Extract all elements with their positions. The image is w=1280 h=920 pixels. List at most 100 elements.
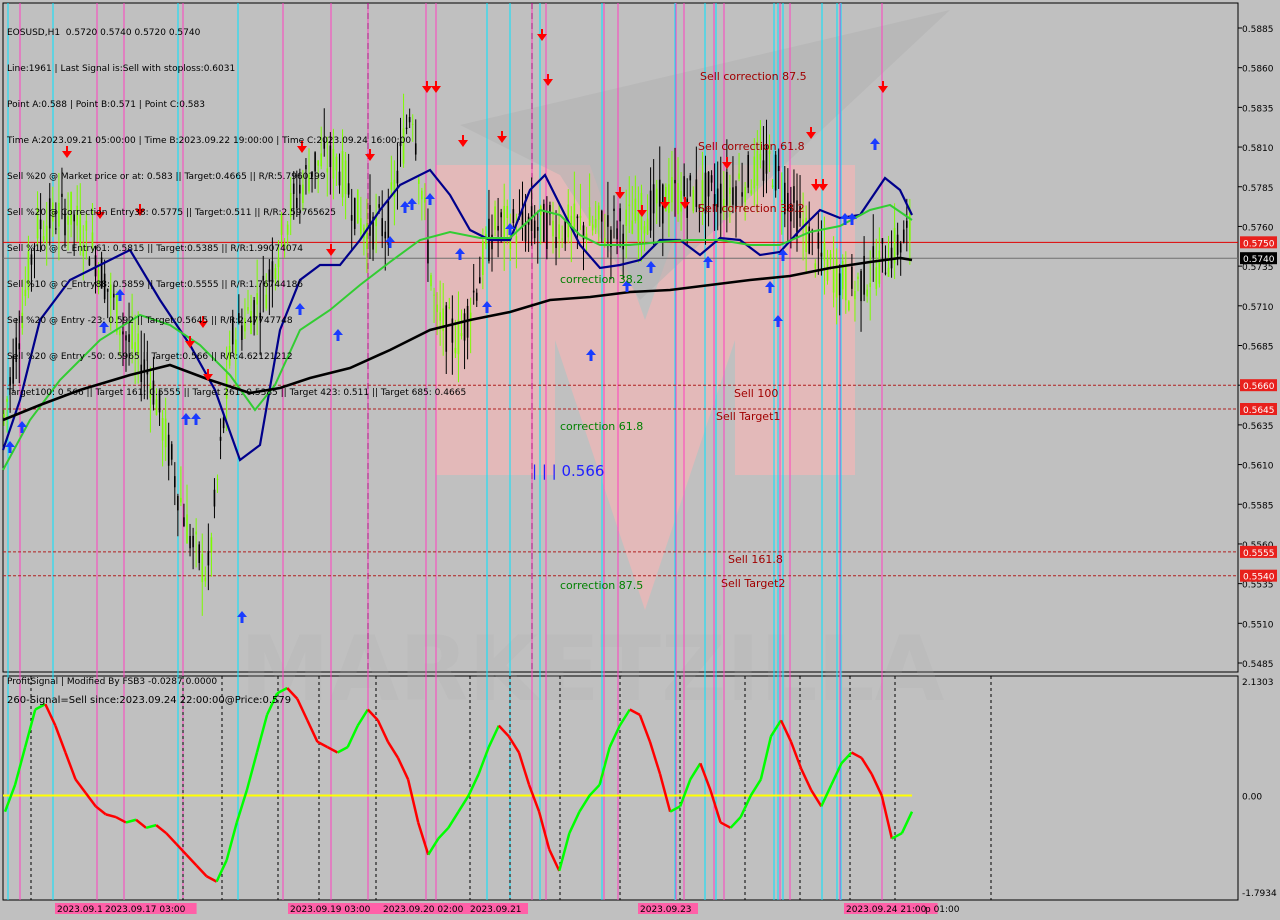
candle-body bbox=[552, 220, 554, 237]
price-badge-label: 0.5750 bbox=[1243, 239, 1275, 249]
candle-body bbox=[591, 224, 594, 231]
candle-body bbox=[738, 173, 740, 179]
oscillator-segment bbox=[396, 757, 410, 780]
oscillator-info: ProfitSignal | Modified By FSB3 -0.0287 … bbox=[7, 677, 291, 706]
candle-body bbox=[524, 223, 527, 242]
time-axis-label: 2023.09.24 21:00 bbox=[846, 905, 927, 915]
candle-body bbox=[817, 232, 820, 249]
candle-body bbox=[613, 208, 615, 212]
oscillator-segment bbox=[598, 746, 611, 786]
oscillator-segment bbox=[225, 822, 238, 861]
oscillator-segment bbox=[427, 837, 440, 856]
oscillator-segment bbox=[537, 811, 551, 850]
price-axis-label: 0.5685 bbox=[1242, 343, 1274, 353]
candle-body bbox=[671, 177, 673, 203]
candle-body bbox=[198, 544, 200, 563]
candle-body bbox=[497, 225, 499, 231]
candle-body bbox=[677, 183, 679, 215]
candle-body bbox=[881, 238, 884, 244]
chart-info-block: EOSUSD,H1 0.5720 0.5740 0.5720 0.5740 Li… bbox=[7, 3, 466, 411]
price-axis-label: 0.5860 bbox=[1242, 65, 1274, 75]
chart-annotation: correction 61.8 bbox=[560, 420, 643, 433]
candle-body bbox=[750, 190, 753, 194]
oscillator-segment bbox=[54, 725, 67, 753]
candle-body bbox=[680, 190, 682, 212]
candle-body bbox=[726, 171, 728, 206]
oscillator-axis-label: 2.1303 bbox=[1242, 678, 1274, 688]
oscillator-segment bbox=[497, 724, 510, 738]
candle-body bbox=[174, 476, 176, 488]
candle-body bbox=[576, 216, 579, 219]
price-badge: 0.5540 bbox=[1240, 569, 1277, 583]
candle-body bbox=[674, 179, 676, 184]
candle-body bbox=[902, 229, 905, 243]
candle-body bbox=[686, 198, 688, 218]
info-line: Target100: 0.566 || Target 161: 0.5555 |… bbox=[7, 388, 467, 398]
candle-body bbox=[793, 186, 795, 203]
oscillator-segment bbox=[739, 795, 752, 818]
candle-body bbox=[207, 551, 210, 566]
oscillator-segment bbox=[487, 725, 500, 748]
candle-body bbox=[899, 243, 902, 253]
oscillator-segment bbox=[679, 778, 692, 807]
chart-annotation: Sell correction 38.2 bbox=[698, 202, 805, 215]
price-badge-label: 0.5555 bbox=[1243, 549, 1275, 559]
candle-body bbox=[820, 252, 823, 257]
price-badge: 0.5645 bbox=[1240, 403, 1277, 416]
oscillator-segment bbox=[517, 752, 531, 786]
oscillator-segment bbox=[306, 719, 319, 743]
candle-body bbox=[866, 289, 868, 297]
price-axis-label: 0.5610 bbox=[1242, 462, 1274, 472]
candle-body bbox=[835, 259, 838, 298]
oscillator-segment bbox=[527, 784, 541, 813]
candle-body bbox=[604, 237, 606, 244]
oscillator-segment bbox=[648, 741, 662, 775]
price-badge-label: 0.5645 bbox=[1243, 406, 1275, 416]
oscillator-segment bbox=[891, 832, 903, 840]
oscillator-title: ProfitSignal | Modified By FSB3 -0.0287 … bbox=[7, 677, 218, 687]
oscillator-segment bbox=[195, 864, 208, 878]
oscillator-segment bbox=[749, 778, 762, 797]
candle-body bbox=[183, 517, 185, 526]
candle-body bbox=[588, 207, 591, 226]
candle-body bbox=[756, 150, 759, 186]
info-line: Sell %10 @ C_Entry61: 0.5815 || Target:0… bbox=[7, 244, 304, 254]
oscillator-segment bbox=[336, 746, 349, 754]
oscillator-segment bbox=[145, 823, 157, 830]
oscillator-segment bbox=[205, 875, 218, 883]
price-axis-label: 0.5810 bbox=[1242, 144, 1274, 154]
info-line: Point A:0.588 | Point B:0.571 | Point C:… bbox=[7, 100, 205, 110]
oscillator-segment bbox=[346, 725, 359, 748]
oscillator-segment bbox=[880, 795, 894, 839]
candle-body bbox=[744, 187, 746, 203]
candle-body bbox=[573, 203, 576, 228]
price-axis-label: 0.5885 bbox=[1242, 25, 1274, 35]
chart-annotation: Sell Target2 bbox=[721, 577, 785, 590]
time-axis-label: 2023.09.17 03:00 bbox=[105, 905, 186, 915]
candle-body bbox=[597, 205, 600, 220]
price-badge: 0.5750 bbox=[1240, 236, 1277, 249]
candle-body bbox=[729, 187, 731, 194]
candle-body bbox=[823, 242, 826, 261]
candle-body bbox=[878, 250, 881, 284]
info-line: Sell %20 @ Market price or at: 0.583 || … bbox=[7, 172, 326, 182]
candle-body bbox=[845, 266, 847, 301]
oscillator-segment bbox=[74, 778, 87, 794]
candle-body bbox=[869, 282, 871, 288]
oscillator-segment bbox=[245, 752, 259, 791]
oscillator-axis-label: -1.7934 bbox=[1242, 889, 1277, 899]
candle-body bbox=[683, 176, 685, 197]
candle-body bbox=[649, 190, 652, 231]
candle-body bbox=[561, 238, 563, 240]
candle-body bbox=[515, 236, 518, 244]
oscillator-axis-label: 0.00 bbox=[1242, 793, 1262, 803]
candle-body bbox=[607, 215, 609, 227]
oscillator-segment bbox=[588, 783, 601, 797]
info-line: Sell %20 @ Entry -50: 0.5965 || Target:0… bbox=[7, 352, 293, 362]
candle-body bbox=[177, 495, 179, 511]
info-line: Sell %20 @ Correction Entry38: 0.5775 ||… bbox=[7, 208, 336, 218]
candle-body bbox=[186, 514, 188, 544]
candle-body bbox=[838, 273, 841, 296]
candle-body bbox=[695, 179, 698, 207]
oscillator-segment bbox=[548, 848, 561, 872]
